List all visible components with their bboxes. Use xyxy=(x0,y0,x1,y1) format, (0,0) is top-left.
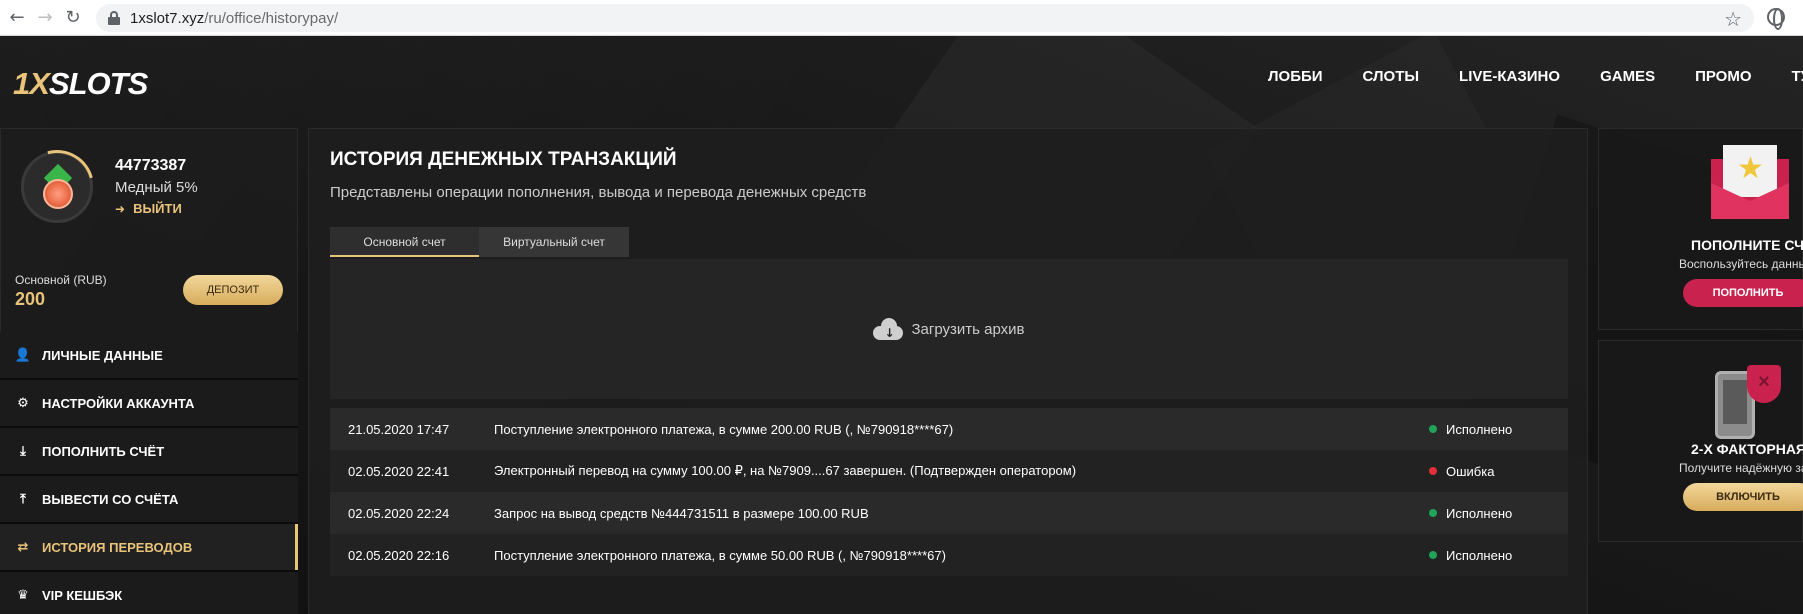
logout-link[interactable]: ➜ ВЫЙТИ xyxy=(115,201,182,216)
tx-status: Ошибка xyxy=(1429,464,1494,479)
tx-status: Исполнено xyxy=(1429,506,1512,521)
promo-title: 2-Х ФАКТОРНАЯ АВТОР xyxy=(1691,441,1803,457)
tx-description: Поступление электронного платежа, в сумм… xyxy=(494,421,954,437)
menu-item-deposit[interactable]: ⤓ ПОПОЛНИТЬ СЧЁТ xyxy=(0,428,298,476)
tx-date: 02.05.2020 22:16 xyxy=(348,547,450,563)
status-dot-success xyxy=(1429,509,1437,517)
deposit-button[interactable]: ДЕПОЗИТ xyxy=(183,275,283,305)
tx-date: 02.05.2020 22:41 xyxy=(348,463,450,479)
logout-icon: ➜ xyxy=(115,201,126,216)
user-id: 44773387 xyxy=(115,157,187,174)
logo-accent: 1X xyxy=(13,66,50,101)
balance-label: Основной (RUB) xyxy=(15,273,107,287)
table-row[interactable]: 21.05.2020 17:47 Поступление электронног… xyxy=(330,408,1568,450)
enable-2fa-button[interactable]: ВКЛЮЧИТЬ xyxy=(1683,483,1803,511)
promo-text: Воспользуйтесь данным ра xyxy=(1679,257,1803,271)
menu-item-label: НАСТРОЙКИ АККАУНТА xyxy=(42,395,195,411)
menu-item-withdraw[interactable]: ⤒ ВЫВЕСТИ СО СЧЁТА xyxy=(0,476,298,524)
top-up-button[interactable]: ПОПОЛНИТЬ xyxy=(1683,279,1803,307)
menu-item-label: ЛИЧНЫЕ ДАННЫЕ xyxy=(42,347,163,363)
address-bar[interactable]: 1xslot7.xyz/ru/office/historypay/ ☆ xyxy=(96,4,1754,32)
tx-date: 21.05.2020 17:47 xyxy=(348,421,450,437)
nav-more[interactable]: ТУ xyxy=(1792,68,1803,85)
top-nav: ЛОББИ СЛОТЫ LIVE-КАЗИНО GAMES ПРОМО ТУ xyxy=(1268,68,1803,85)
back-arrow-icon[interactable]: ← xyxy=(6,7,28,29)
tx-description: Электронный перевод на сумму 100.00 ₽, н… xyxy=(494,463,1077,478)
user-plus-icon: 👤 xyxy=(14,347,32,363)
tab-main-account[interactable]: Основной счет xyxy=(330,227,479,257)
globe-icon[interactable] xyxy=(1767,8,1785,30)
tab-virtual-account[interactable]: Виртуальный счет xyxy=(479,227,629,257)
menu-item-label: VIP КЕШБЭК xyxy=(42,587,123,603)
envelope-star-icon: ★ xyxy=(1711,145,1789,219)
tx-status-label: Исполнено xyxy=(1446,505,1513,521)
menu-item-personal-data[interactable]: 👤 ЛИЧНЫЕ ДАННЫЕ xyxy=(0,332,298,380)
nav-slots[interactable]: СЛОТЫ xyxy=(1363,68,1420,85)
status-dot-success xyxy=(1429,425,1437,433)
tx-status-label: Ошибка xyxy=(1446,463,1495,479)
nav-live-casino[interactable]: LIVE-КАЗИНО xyxy=(1459,68,1560,85)
vip-icon: ♛ xyxy=(17,587,29,603)
reload-icon[interactable]: ↻ xyxy=(62,7,84,29)
site-viewport: 1XSLOTS ЛОББИ СЛОТЫ LIVE-КАЗИНО GAMES ПР… xyxy=(0,36,1803,614)
nav-lobby[interactable]: ЛОББИ xyxy=(1268,68,1323,85)
promo-text: Получите надёжную защиту xyxy=(1679,461,1803,475)
tx-description: Поступление электронного платежа, в сумм… xyxy=(494,547,946,563)
url-path: /ru/office/historypay/ xyxy=(204,9,339,27)
site-header: 1XSLOTS ЛОББИ СЛОТЫ LIVE-КАЗИНО GAMES ПР… xyxy=(0,36,1803,128)
account-tabs: Основной счет Виртуальный счет xyxy=(330,227,629,257)
menu-item-label: ПОПОЛНИТЬ СЧЁТ xyxy=(42,443,165,459)
menu-item-transfer-history[interactable]: ⇄ ИСТОРИЯ ПЕРЕВОДОВ xyxy=(0,524,298,572)
logo-text: SLOTS xyxy=(48,66,148,101)
tx-description: Запрос на вывод средств №444731511 в раз… xyxy=(494,505,869,521)
table-row[interactable]: 02.05.2020 22:16 Поступление электронног… xyxy=(330,534,1568,576)
nav-games[interactable]: GAMES xyxy=(1600,68,1655,85)
menu-item-vip-cashback[interactable]: ♛ VIP КЕШБЭК xyxy=(0,572,298,614)
download-archive-label: Загрузить архив xyxy=(911,320,1025,338)
page-subtitle: Представлены операции пополнения, вывода… xyxy=(330,184,867,201)
browser-toolbar: ← → ↻ 1xslot7.xyz/ru/office/historypay/ … xyxy=(0,0,1803,36)
nav-promo[interactable]: ПРОМО xyxy=(1695,68,1751,85)
page-title: ИСТОРИЯ ДЕНЕЖНЫХ ТРАНЗАКЦИЙ xyxy=(330,149,677,170)
account-menu: 👤 ЛИЧНЫЕ ДАННЫЕ ⚙ НАСТРОЙКИ АККАУНТА ⤓ П… xyxy=(0,332,298,614)
status-dot-error xyxy=(1429,467,1437,475)
transactions-table: 21.05.2020 17:47 Поступление электронног… xyxy=(330,408,1568,576)
balance-value: 200 xyxy=(15,289,46,309)
menu-item-account-settings[interactable]: ⚙ НАСТРОЙКИ АККАУНТА xyxy=(0,380,298,428)
copper-medal-icon xyxy=(43,179,73,209)
bookmark-star-icon[interactable]: ☆ xyxy=(1724,7,1742,31)
menu-item-label: ИСТОРИЯ ПЕРЕВОДОВ xyxy=(42,539,193,555)
download-archive-link[interactable]: ↓ Загрузить архив xyxy=(873,318,1025,340)
transfer-arrows-icon: ⇄ xyxy=(17,539,29,555)
gears-icon: ⚙ xyxy=(17,395,29,411)
lock-icon xyxy=(108,11,120,25)
promo-title: ПОПОЛНИТЕ СЧЕ xyxy=(1691,237,1803,253)
profile-card: 44773387 Медный 5% ➜ ВЫЙТИ Основной (RUB… xyxy=(0,128,298,358)
avatar xyxy=(6,136,108,238)
tx-status-label: Исполнено xyxy=(1446,547,1513,563)
tx-status-label: Исполнено xyxy=(1446,421,1513,437)
tx-status: Исполнено xyxy=(1429,422,1512,437)
tx-status: Исполнено xyxy=(1429,548,1512,563)
promo-card-deposit: ★ ПОПОЛНИТЕ СЧЕ Воспользуйтесь данным ра… xyxy=(1598,128,1803,330)
status-dot-success xyxy=(1429,551,1437,559)
site-logo[interactable]: 1XSLOTS xyxy=(13,66,148,102)
cloud-download-icon: ↓ xyxy=(873,318,904,340)
forward-arrow-icon[interactable]: → xyxy=(34,7,56,29)
logout-label: ВЫЙТИ xyxy=(133,201,182,216)
shield-x-icon: × xyxy=(1747,365,1781,403)
promo-card-2fa: × 2-Х ФАКТОРНАЯ АВТОР Получите надёжную … xyxy=(1598,340,1803,542)
tx-date: 02.05.2020 22:24 xyxy=(348,505,450,521)
url-host: 1xslot7.xyz xyxy=(130,9,205,27)
menu-item-label: ВЫВЕСТИ СО СЧЁТА xyxy=(42,491,179,507)
table-row[interactable]: 02.05.2020 22:41 Электронный перевод на … xyxy=(330,450,1568,492)
download-area: ↓ Загрузить архив xyxy=(330,259,1568,399)
download-icon: ⤓ xyxy=(20,443,26,459)
table-row[interactable]: 02.05.2020 22:24 Запрос на вывод средств… xyxy=(330,492,1568,534)
user-level: Медный 5% xyxy=(115,179,198,196)
upload-icon: ⤒ xyxy=(20,491,26,507)
transaction-history-panel: ИСТОРИЯ ДЕНЕЖНЫХ ТРАНЗАКЦИЙ Представлены… xyxy=(308,128,1588,614)
